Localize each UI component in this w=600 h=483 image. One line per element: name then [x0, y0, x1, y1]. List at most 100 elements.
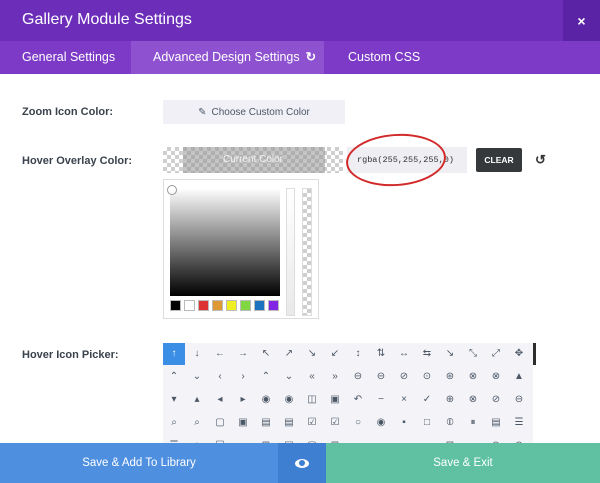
palette-swatch[interactable] [226, 300, 237, 311]
icon-option[interactable]: ⊛ [439, 366, 461, 388]
icon-option[interactable]: − [370, 389, 392, 411]
icon-option[interactable]: ▪ [393, 412, 415, 434]
icon-option[interactable]: ⌄ [186, 366, 208, 388]
undo-icon[interactable]: ↺ [535, 152, 546, 168]
icon-option[interactable]: ↕ [347, 343, 369, 365]
icon-option[interactable]: ⌄ [278, 366, 300, 388]
icon-option[interactable]: ⦶ [439, 412, 461, 434]
icon-option[interactable]: ▤ [255, 412, 277, 434]
icon-option[interactable]: ▤ [278, 435, 300, 443]
tab-custom-css[interactable]: Custom CSS [326, 41, 436, 74]
icon-option[interactable]: ⇆ [416, 343, 438, 365]
icon-option[interactable]: ⌂ [186, 435, 208, 443]
save-add-to-library-button[interactable]: Save & Add To Library [0, 443, 278, 483]
clear-button[interactable]: CLEAR [476, 148, 522, 172]
icon-option[interactable]: ↶ [347, 389, 369, 411]
icon-option[interactable]: ⌕ [186, 412, 208, 434]
palette-swatch[interactable] [268, 300, 279, 311]
preview-button[interactable] [278, 443, 326, 483]
icon-option[interactable]: ▭ [462, 435, 484, 443]
icon-option[interactable]: ✥ [508, 343, 530, 365]
icon-option[interactable]: ◂ [209, 389, 231, 411]
icon-option[interactable]: ▣ [232, 412, 254, 434]
reset-icon[interactable]: ↻ [306, 41, 316, 74]
icon-option[interactable]: « [301, 366, 323, 388]
icon-option[interactable]: ← [209, 343, 231, 365]
icon-option[interactable]: ⏸ [462, 412, 484, 434]
icon-option[interactable]: ⊡ [439, 435, 461, 443]
icon-option[interactable]: ☰ [508, 412, 530, 434]
saturation-area[interactable] [167, 185, 280, 296]
icon-option[interactable]: ⊕ [439, 389, 461, 411]
icon-option[interactable]: ☑ [301, 412, 323, 434]
palette-swatch[interactable] [254, 300, 265, 311]
icon-option[interactable]: ▬ [393, 435, 415, 443]
icon-option[interactable]: ‹ [209, 366, 231, 388]
icon-option[interactable]: □ [416, 412, 438, 434]
icon-option[interactable]: ⌃ [255, 366, 277, 388]
icon-option[interactable]: ⊘ [393, 366, 415, 388]
icon-option[interactable]: ▭ [416, 435, 438, 443]
icon-option[interactable]: ↔ [393, 343, 415, 365]
icon-option[interactable]: → [232, 343, 254, 365]
icon-option[interactable]: ▤ [278, 412, 300, 434]
icon-option[interactable]: ⇅ [370, 343, 392, 365]
icon-option[interactable]: ⊗ [462, 366, 484, 388]
icon-option[interactable]: ⊖ [370, 366, 392, 388]
icon-option[interactable]: ↘ [301, 343, 323, 365]
icon-option[interactable]: ⊗ [462, 389, 484, 411]
icon-option[interactable]: ▭ [370, 435, 392, 443]
icon-option[interactable]: ○ [347, 412, 369, 434]
icon-option[interactable]: ▾ [163, 389, 185, 411]
icon-option[interactable]: ⤡ [462, 343, 484, 365]
icon-option[interactable]: ▢ [209, 412, 231, 434]
icon-option[interactable]: ◉ [278, 389, 300, 411]
save-exit-button[interactable]: Save & Exit [326, 443, 600, 483]
icon-option[interactable]: ⊞ [255, 435, 277, 443]
icon-option[interactable]: ⊖ [347, 366, 369, 388]
icon-option[interactable]: ↓ [186, 343, 208, 365]
alpha-slider[interactable] [302, 188, 312, 316]
tab-advanced-design-settings[interactable]: Advanced Design Settings ↻ [131, 41, 324, 74]
icon-option[interactable]: ⊙ [416, 366, 438, 388]
close-icon[interactable]: × [563, 0, 600, 41]
icon-option[interactable]: ⊛ [508, 435, 530, 443]
choose-custom-color-button[interactable]: ✎ Choose Custom Color [163, 100, 345, 124]
icon-option[interactable]: ◫ [301, 389, 323, 411]
icon-option[interactable]: ☑ [324, 412, 346, 434]
palette-swatch[interactable] [212, 300, 223, 311]
icon-option[interactable]: ↘ [439, 343, 461, 365]
icon-option[interactable]: ↗ [278, 343, 300, 365]
icon-option[interactable]: ⊖ [508, 389, 530, 411]
icon-option[interactable]: ◉ [255, 389, 277, 411]
current-color-swatch[interactable]: Current Color [163, 147, 343, 173]
palette-swatch[interactable] [240, 300, 251, 311]
icon-option[interactable]: ☐ [209, 435, 231, 443]
palette-swatch[interactable] [184, 300, 195, 311]
icon-option[interactable]: ▣ [324, 389, 346, 411]
icon-option[interactable]: ☰ [163, 435, 185, 443]
icon-option[interactable]: ◉ [370, 412, 392, 434]
icon-option[interactable]: ▤ [485, 412, 507, 434]
icon-option[interactable]: ▴ [186, 389, 208, 411]
icon-option[interactable]: ▢ [301, 435, 323, 443]
palette-swatch[interactable] [170, 300, 181, 311]
icon-option[interactable]: ⊜ [485, 435, 507, 443]
icon-option[interactable]: ↖ [255, 343, 277, 365]
icon-option[interactable]: ✓ [416, 389, 438, 411]
tab-general-settings[interactable]: General Settings [0, 41, 131, 74]
icon-option[interactable]: ↑ [163, 343, 185, 365]
icon-option[interactable]: ⊘ [485, 389, 507, 411]
hue-slider[interactable] [286, 188, 295, 316]
icon-option[interactable]: ⌃ [163, 366, 185, 388]
picker-handle[interactable] [167, 185, 177, 195]
icon-option[interactable]: ⤢ [485, 343, 507, 365]
icon-grid-scrollbar[interactable] [533, 343, 536, 365]
icon-option[interactable]: ▭ [232, 435, 254, 443]
palette-swatch[interactable] [198, 300, 209, 311]
icon-option[interactable]: ↙ [324, 343, 346, 365]
icon-option[interactable]: ⌕ [163, 412, 185, 434]
icon-option[interactable]: » [324, 366, 346, 388]
icon-option[interactable]: ▸ [232, 389, 254, 411]
icon-option[interactable]: ▲ [508, 366, 530, 388]
